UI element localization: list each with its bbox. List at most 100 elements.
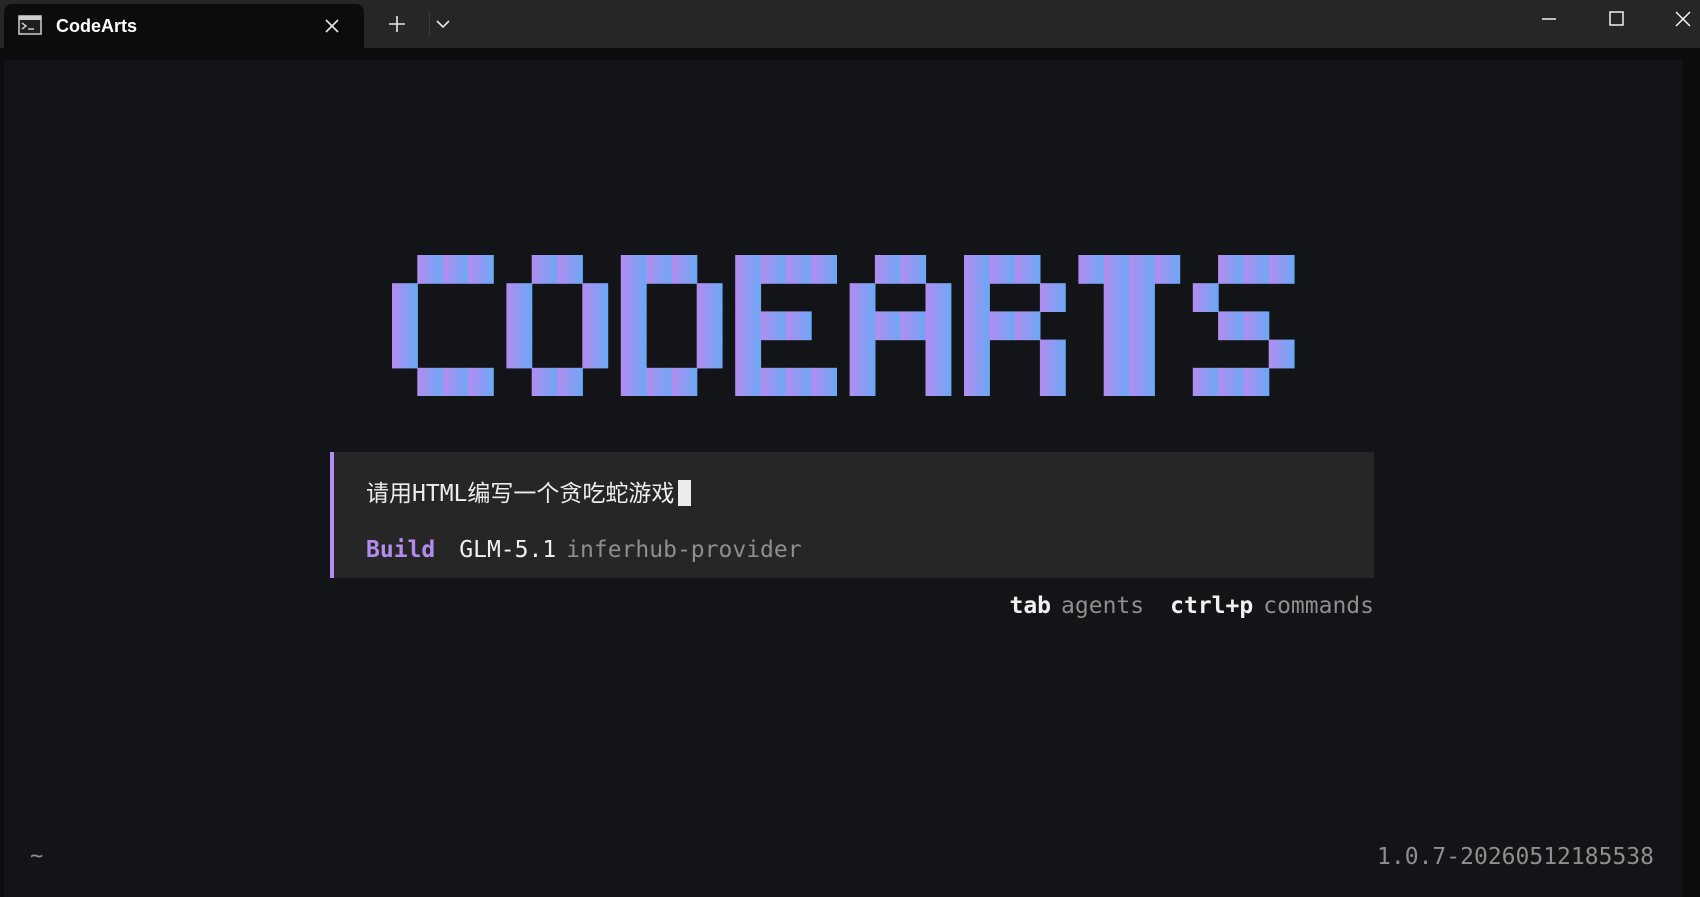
logo-pixel (467, 367, 494, 396)
logo-pixel (582, 311, 609, 341)
logo-pixel (811, 255, 837, 284)
model-label[interactable]: GLM-5.1 (459, 537, 556, 563)
logo-pixel (620, 311, 647, 341)
logo-pixel (989, 255, 1016, 284)
logo-pixel (531, 367, 558, 396)
logo-pixel (964, 311, 990, 341)
logo-pixel (417, 255, 444, 284)
logo-pixel (1268, 339, 1295, 369)
logo-pixel (1218, 311, 1244, 341)
version-label: 1.0.7-20260512185538 (1377, 844, 1654, 870)
logo-pixel (964, 283, 990, 312)
logo-pixel (696, 339, 723, 369)
logo-pixel (467, 255, 494, 284)
maximize-icon[interactable] (1598, 4, 1634, 38)
logo-pixel (849, 367, 876, 396)
logo-pixel (874, 311, 901, 341)
text-cursor (678, 480, 692, 506)
logo-pixel (735, 367, 762, 396)
logo-pixel (582, 339, 609, 369)
close-icon[interactable] (1666, 4, 1700, 38)
logo-pixel (1103, 255, 1130, 284)
logo-pixel (1039, 339, 1066, 369)
logo-pixel (1129, 339, 1155, 369)
prompt-input[interactable]: 请用HTML编写一个贪吃蛇游戏 (366, 478, 692, 510)
logo-pixel (620, 283, 647, 312)
logo-pixel (735, 255, 762, 284)
tab-codearts[interactable]: CodeArts (4, 4, 364, 48)
logo-pixel (1218, 367, 1244, 396)
prompt-input-text: 请用HTML编写一个贪吃蛇游戏 (366, 481, 675, 507)
agent-label[interactable]: Build (366, 537, 435, 563)
status-line: Build GLM-5.1 inferhub-provider (366, 534, 802, 566)
logo-pixel (785, 255, 812, 284)
shortcut-label-commands: commands (1263, 593, 1374, 619)
logo-pixel (442, 255, 469, 284)
logo-pixel (874, 255, 901, 284)
logo-pixel (1039, 367, 1066, 396)
logo-pixel (646, 367, 672, 396)
logo-pixel (925, 339, 952, 369)
shortcut-label-agents: agents (1061, 593, 1145, 619)
chevron-down-icon[interactable] (432, 12, 454, 36)
logo-pixel (1103, 367, 1130, 396)
logo-pixel (1129, 255, 1155, 284)
logo-pixel (964, 255, 990, 284)
shortcut-hints: tab agents ctrl+p commands (1009, 590, 1374, 622)
logo-pixel (925, 311, 952, 341)
prompt-accent-bar (330, 452, 334, 578)
logo-pixel (506, 311, 533, 341)
logo-pixel (925, 367, 952, 396)
logo-pixel (417, 367, 444, 396)
logo-pixel (1078, 255, 1105, 284)
logo-pixel (392, 339, 418, 369)
title-bar: CodeArts (0, 0, 1700, 48)
logo-pixel (900, 255, 927, 284)
logo-pixel (785, 311, 812, 341)
logo-pixel (849, 311, 876, 341)
logo-pixel (811, 367, 837, 396)
logo-pixel (925, 283, 952, 312)
scrollbar[interactable] (1682, 60, 1700, 897)
logo-pixel (760, 367, 787, 396)
plus-icon[interactable] (383, 12, 411, 36)
logo-pixel (849, 283, 876, 312)
terminal-icon (18, 15, 42, 35)
logo-pixel (1103, 339, 1130, 369)
logo-pixel (785, 367, 812, 396)
logo-pixel (760, 311, 787, 341)
logo-pixel (735, 283, 762, 312)
tab-separator (429, 12, 430, 36)
logo-pixel (849, 339, 876, 369)
logo-pixel (1243, 311, 1270, 341)
logo-pixel (1103, 283, 1130, 312)
logo-pixel (620, 367, 647, 396)
minimize-icon[interactable] (1530, 4, 1566, 38)
logo-pixel (557, 255, 583, 284)
logo-pixel (620, 339, 647, 369)
logo-pixel (442, 367, 469, 396)
shortcut-key-tab: tab (1009, 593, 1052, 619)
logo-pixel (671, 255, 698, 284)
logo-pixel (392, 283, 418, 312)
logo-pixel (989, 311, 1016, 341)
logo-pixel (964, 339, 990, 369)
provider-label: inferhub-provider (566, 537, 802, 563)
logo-pixel (1192, 283, 1219, 312)
logo-pixel (557, 367, 583, 396)
tab-title: CodeArts (56, 16, 138, 36)
logo-pixel (696, 311, 723, 341)
logo-pixel (760, 255, 787, 284)
logo-pixel (1218, 255, 1244, 284)
logo-pixel (531, 255, 558, 284)
logo-pixel (735, 339, 762, 369)
logo-pixel (1103, 311, 1130, 341)
logo-pixel (964, 367, 990, 396)
logo-pixel (646, 255, 672, 284)
logo-pixel (1154, 255, 1181, 284)
logo-pixel (1243, 367, 1270, 396)
close-icon[interactable] (322, 16, 342, 36)
logo-pixel (735, 311, 762, 341)
logo-pixel (671, 367, 698, 396)
logo-pixel (1014, 255, 1041, 284)
